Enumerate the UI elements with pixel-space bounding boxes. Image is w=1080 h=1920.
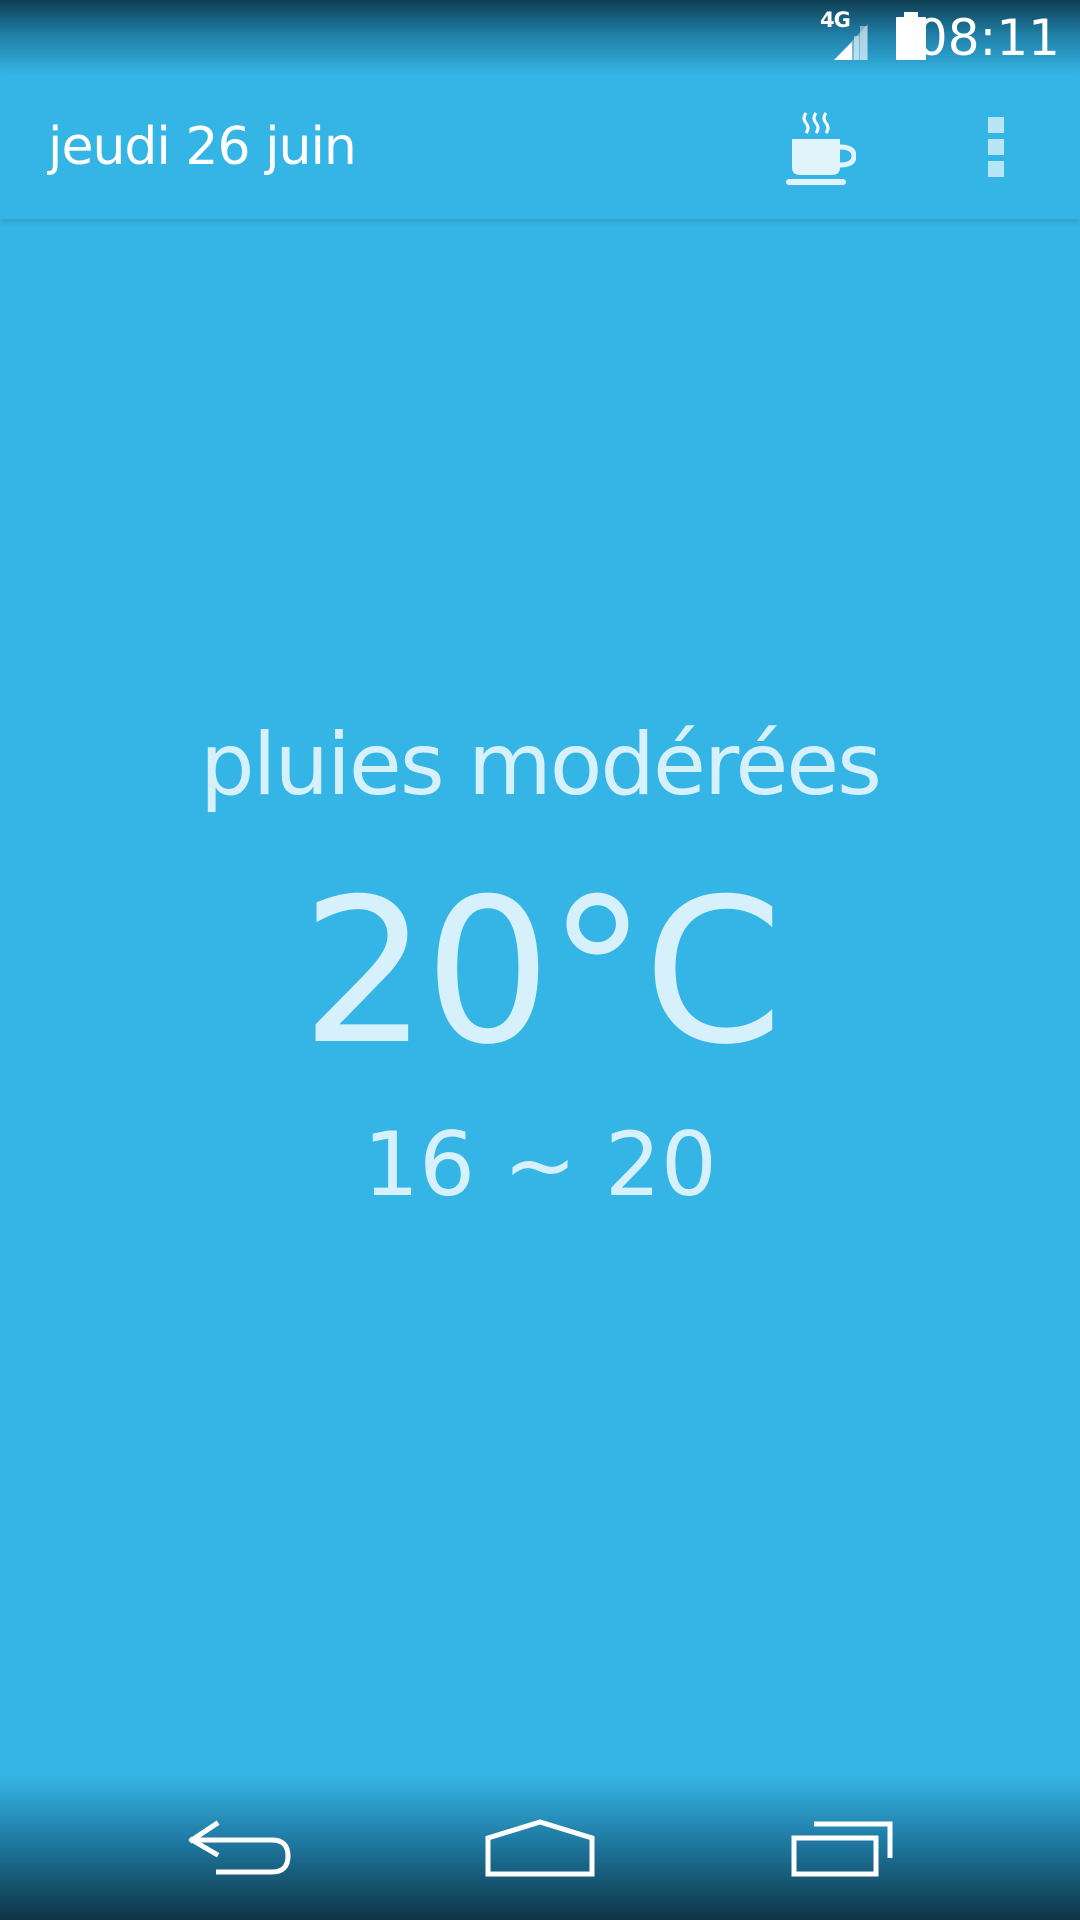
- overflow-menu-icon: [988, 117, 1004, 177]
- recents-icon: [791, 1821, 893, 1877]
- date-title: jeudi 26 juin: [48, 117, 357, 177]
- weather-screen: 4G 08:11 jeudi 26 juin pluies modérées 2…: [0, 0, 1080, 1920]
- back-button[interactable]: [150, 1788, 330, 1908]
- status-bar: 4G 08:11: [0, 0, 1080, 75]
- recents-button[interactable]: [752, 1788, 932, 1908]
- coffee-button[interactable]: [760, 87, 880, 207]
- home-button[interactable]: [450, 1788, 630, 1908]
- signal-indicator: 4G: [820, 8, 880, 60]
- temperature-range: 16 ~ 20: [363, 1113, 717, 1216]
- weather-condition: pluies modérées: [200, 715, 882, 815]
- status-clock: 08:11: [915, 9, 1060, 67]
- signal-icon: [834, 24, 868, 60]
- back-icon: [188, 1820, 291, 1875]
- overflow-menu-button[interactable]: [948, 87, 1044, 207]
- action-bar: jeudi 26 juin: [0, 75, 1080, 219]
- home-icon: [485, 1819, 595, 1877]
- coffee-cup-icon: [786, 112, 856, 185]
- current-temperature: 20°C: [300, 856, 783, 1089]
- navigation-bar: [0, 1776, 1080, 1920]
